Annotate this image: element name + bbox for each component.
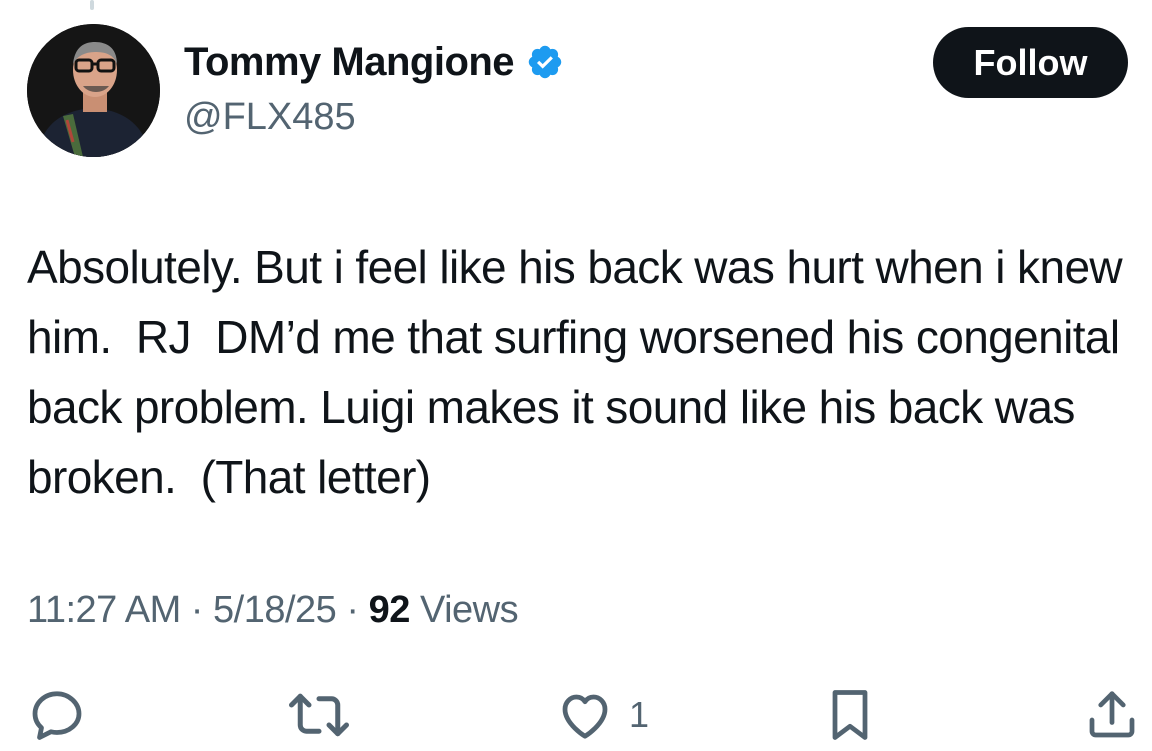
views-count: 92 <box>368 589 411 631</box>
thread-connector-line <box>90 0 94 10</box>
retweet-button[interactable] <box>286 680 352 750</box>
follow-button[interactable]: Follow <box>933 27 1128 98</box>
reply-button[interactable] <box>27 680 87 750</box>
share-button[interactable] <box>1082 680 1142 750</box>
share-icon <box>1089 691 1135 738</box>
avatar[interactable] <box>27 24 160 157</box>
like-count: 1 <box>629 694 650 735</box>
tweet-date[interactable]: 5/18/25 <box>213 589 337 631</box>
action-bar: 1 <box>0 680 1152 750</box>
tweet-meta: 11:27 AM · 5/18/25 · 92 Views <box>27 585 519 635</box>
author-handle[interactable]: @FLX485 <box>184 94 356 140</box>
tweet-time[interactable]: 11:27 AM <box>27 589 181 631</box>
author-display-name[interactable]: Tommy Mangione <box>184 38 515 86</box>
author-name-row: Tommy Mangione <box>184 38 564 86</box>
verified-badge-icon <box>526 43 564 81</box>
meta-separator: · <box>336 589 369 631</box>
reply-icon <box>32 691 82 740</box>
tweet-text: Absolutely. But i feel like his back was… <box>27 241 1135 503</box>
views-label: Views <box>419 589 519 631</box>
bookmark-button[interactable] <box>820 680 880 750</box>
retweet-icon <box>289 693 349 737</box>
like-button[interactable]: 1 <box>555 680 649 750</box>
heart-icon <box>562 694 608 739</box>
bookmark-icon <box>832 690 868 740</box>
meta-separator: · <box>180 589 214 631</box>
